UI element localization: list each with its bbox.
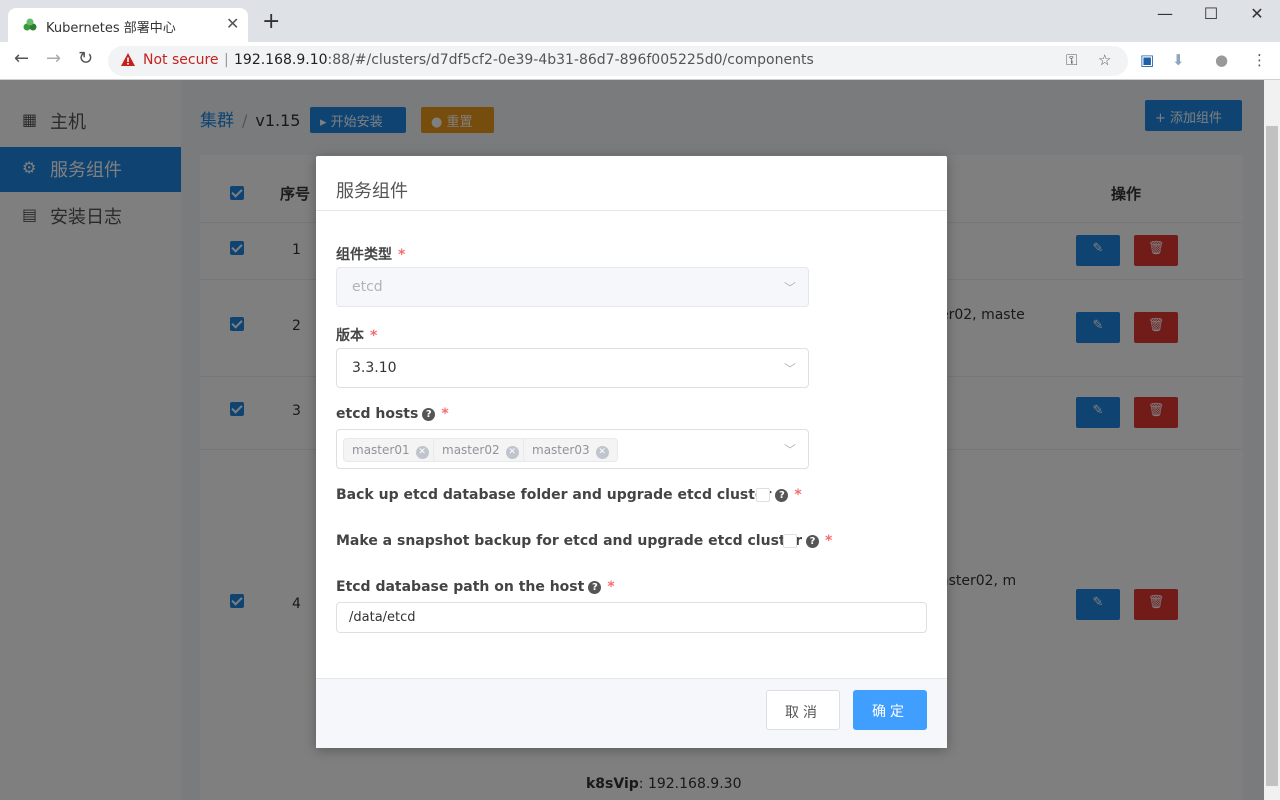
- snapshot-backup-label-text: Make a snapshot backup for etcd and upgr…: [336, 533, 802, 549]
- extension-save-icon[interactable]: ▣: [1140, 51, 1154, 69]
- required-asterisk: *: [607, 579, 615, 595]
- scrollbar-thumb[interactable]: [1266, 126, 1278, 786]
- backup-folder-label-text: Back up etcd database folder and upgrade…: [336, 487, 772, 503]
- warning-icon: [121, 53, 135, 66]
- dialog-header-divider: [316, 210, 947, 211]
- backup-folder-checkbox[interactable]: [756, 488, 770, 502]
- url-text[interactable]: 192.168.9.10:88/#/clusters/d7df5cf2-0e39…: [234, 52, 814, 68]
- component-type-label-text: 组件类型: [336, 247, 392, 263]
- tab-title: Kubernetes 部署中心: [46, 21, 176, 36]
- menu-kebab-icon[interactable]: ⋮: [1252, 51, 1267, 69]
- db-path-label-text: Etcd database path on the host: [336, 579, 585, 595]
- host-tag: master02 ✕: [433, 438, 528, 462]
- required-asterisk: *: [441, 406, 449, 422]
- chevron-down-icon: ﹀: [783, 443, 796, 457]
- help-icon[interactable]: ?: [422, 408, 436, 421]
- reload-icon[interactable]: ↻: [78, 48, 93, 69]
- star-icon[interactable]: ☆: [1098, 51, 1111, 69]
- address-bar[interactable]: Not secure | 192.168.9.10:88/#/clusters/…: [108, 46, 1128, 76]
- dialog-footer: 取消 确定: [316, 678, 947, 748]
- db-path-label: Etcd database path on the host? *: [336, 579, 615, 595]
- etcd-hosts-multiselect[interactable]: master01 ✕ master02 ✕ master03 ✕ ﹀: [336, 429, 809, 469]
- page-scrollbar[interactable]: [1264, 80, 1280, 800]
- chevron-down-icon: ﹀: [783, 362, 796, 376]
- new-tab-icon[interactable]: +: [262, 11, 280, 33]
- remove-tag-icon[interactable]: ✕: [595, 446, 609, 459]
- backup-folder-label: Back up etcd database folder and upgrade…: [336, 487, 802, 503]
- url-host: 192.168.9.10: [234, 52, 328, 68]
- component-dialog: 服务组件 组件类型 * etcd ﹀ 版本 * 3.3.10 ﹀ etcd host…: [316, 156, 947, 748]
- dialog-title: 服务组件: [336, 181, 408, 202]
- maximize-icon[interactable]: ☐: [1188, 4, 1234, 23]
- url-path: :88/#/clusters/d7df5cf2-0e39-4b31-86d7-8…: [327, 52, 814, 68]
- etcd-hosts-label-text: etcd hosts: [336, 406, 419, 422]
- required-asterisk: *: [398, 247, 406, 263]
- snapshot-backup-checkbox[interactable]: [783, 534, 797, 548]
- chevron-down-icon: ﹀: [783, 281, 796, 295]
- version-value: 3.3.10: [352, 360, 397, 376]
- etcd-hosts-label: etcd hosts? *: [336, 406, 449, 422]
- required-asterisk: *: [825, 533, 833, 549]
- version-label-text: 版本: [336, 328, 364, 344]
- cancel-button[interactable]: 取消: [766, 690, 840, 730]
- key-icon[interactable]: ⚿: [1066, 51, 1077, 69]
- help-icon[interactable]: ?: [588, 581, 602, 594]
- minimize-icon[interactable]: —: [1142, 4, 1188, 23]
- host-tag-label: master01: [352, 443, 410, 457]
- remove-tag-icon[interactable]: ✕: [415, 446, 429, 459]
- component-type-label: 组件类型 *: [336, 244, 405, 264]
- component-type-select: etcd ﹀: [336, 267, 809, 307]
- required-asterisk: *: [370, 328, 378, 344]
- browser-tab-bar: Kubernetes 部署中心 ✕ + — ☐ ✕: [0, 0, 1280, 42]
- snapshot-backup-label: Make a snapshot backup for etcd and upgr…: [336, 533, 832, 549]
- close-tab-icon[interactable]: ✕: [226, 14, 239, 33]
- close-window-icon[interactable]: ✕: [1234, 4, 1280, 23]
- component-type-value: etcd: [352, 279, 383, 295]
- host-tag: master01 ✕: [343, 438, 438, 462]
- version-label: 版本 *: [336, 325, 377, 345]
- help-icon[interactable]: ?: [775, 489, 789, 502]
- help-icon[interactable]: ?: [806, 535, 819, 548]
- required-asterisk: *: [794, 487, 802, 503]
- download-icon[interactable]: ⬇: [1172, 51, 1185, 69]
- not-secure-label[interactable]: Not secure: [143, 52, 219, 68]
- version-select[interactable]: 3.3.10 ﹀: [336, 348, 809, 388]
- address-separator: |: [224, 52, 229, 68]
- browser-toolbar: ← → ↻ Not secure | 192.168.9.10:88/#/clu…: [0, 42, 1280, 80]
- host-tag: master03 ✕: [523, 438, 618, 462]
- browser-tab[interactable]: Kubernetes 部署中心 ✕: [8, 8, 248, 42]
- remove-tag-icon[interactable]: ✕: [505, 446, 519, 459]
- back-arrow-icon[interactable]: ←: [14, 48, 29, 69]
- kubernetes-favicon-icon: [23, 18, 37, 31]
- profile-avatar-icon[interactable]: ●: [1215, 51, 1228, 69]
- confirm-button[interactable]: 确定: [853, 690, 927, 730]
- host-tag-label: master03: [532, 443, 590, 457]
- forward-arrow-icon[interactable]: →: [46, 48, 61, 69]
- host-tag-label: master02: [442, 443, 500, 457]
- db-path-input[interactable]: /data/etcd: [336, 602, 927, 633]
